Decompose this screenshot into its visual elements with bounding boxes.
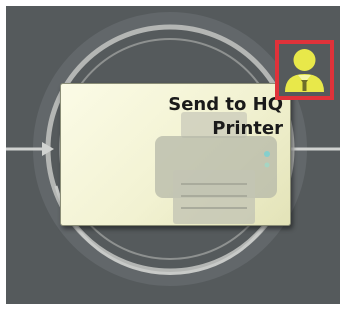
activity-label: Send to HQ Printer	[93, 93, 283, 141]
user-icon	[285, 49, 324, 92]
activity-card[interactable]: Send to HQ Printer	[60, 83, 291, 226]
workflow-designer-view: Send to HQ Printer	[0, 0, 344, 309]
assigned-user-badge[interactable]	[275, 40, 334, 100]
workflow-canvas[interactable]: Send to HQ Printer	[6, 6, 340, 304]
activity-label-line-1: Send to HQ	[168, 94, 283, 115]
activity-label-line-2: Printer	[212, 118, 283, 139]
